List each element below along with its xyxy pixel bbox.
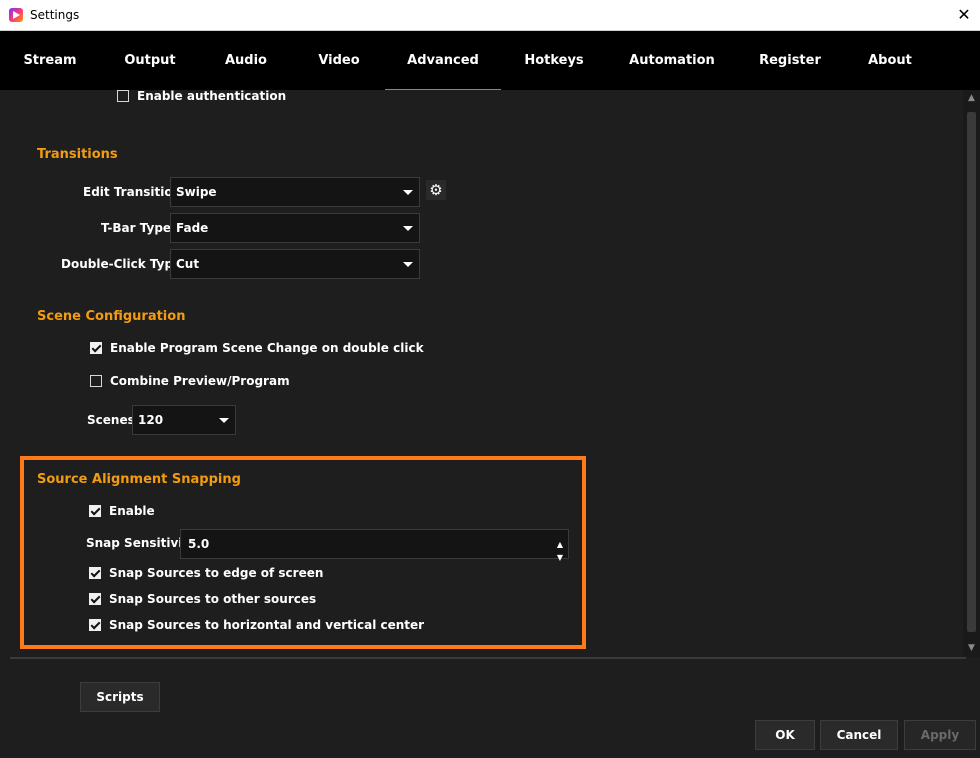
gear-icon[interactable]: ⚙ — [426, 180, 446, 200]
chevron-down-icon — [219, 418, 229, 423]
edit-transition-value: Swipe — [176, 185, 217, 199]
tab-stream[interactable]: Stream — [15, 31, 85, 90]
tab-bar: Stream Output Audio Video Advanced Hotke… — [0, 31, 980, 90]
enable-authentication-label: Enable authentication — [137, 89, 287, 103]
scroll-down-arrow-icon[interactable]: ▼ — [963, 640, 980, 657]
tab-hotkeys[interactable]: Hotkeys — [516, 31, 592, 90]
tab-automation[interactable]: Automation — [622, 31, 722, 90]
enable-authentication-checkbox[interactable] — [117, 90, 129, 102]
tab-register[interactable]: Register — [752, 31, 828, 90]
tab-video[interactable]: Video — [305, 31, 373, 90]
double-click-type-value: Cut — [176, 257, 200, 271]
combine-preview-program-label: Combine Preview/Program — [110, 374, 290, 388]
snap-sensitivity-input[interactable]: 5.0 ▲ ▼ — [180, 529, 569, 562]
scenes-label: Scenes — [87, 413, 135, 427]
scroll-thumb[interactable] — [967, 112, 976, 632]
spin-up-arrow-icon[interactable]: ▲ — [554, 531, 566, 549]
edit-transition-select[interactable]: Swipe — [170, 177, 420, 207]
cancel-button[interactable]: Cancel — [820, 720, 898, 750]
snap-center-checkbox[interactable] — [89, 619, 101, 631]
tbar-type-label: T-Bar Type — [101, 221, 172, 235]
snap-edge-checkbox[interactable] — [89, 567, 101, 579]
tab-advanced[interactable]: Advanced — [385, 31, 501, 90]
scene-configuration-section-title: Scene Configuration — [37, 309, 186, 324]
close-icon[interactable]: ✕ — [948, 0, 980, 30]
vertical-scrollbar[interactable]: ▲ ▼ — [963, 90, 980, 657]
combine-preview-program-checkbox[interactable] — [90, 375, 102, 387]
scroll-up-arrow-icon[interactable]: ▲ — [963, 90, 980, 107]
edit-transition-label: Edit Transition — [83, 185, 182, 199]
snap-center-label: Snap Sources to horizontal and vertical … — [109, 618, 425, 632]
ok-button[interactable]: OK — [755, 720, 815, 750]
program-scene-change-label: Enable Program Scene Change on double cl… — [110, 341, 424, 355]
snap-sensitivity-value: 5.0 — [188, 537, 210, 551]
window-title: Settings — [30, 8, 80, 22]
spin-down-arrow-icon[interactable]: ▼ — [554, 544, 566, 562]
tab-output[interactable]: Output — [115, 31, 185, 90]
tab-audio[interactable]: Audio — [212, 31, 280, 90]
scenes-value: 120 — [138, 413, 164, 427]
apply-button[interactable]: Apply — [904, 720, 976, 750]
tbar-type-select[interactable]: Fade — [170, 213, 420, 243]
chevron-down-icon — [403, 226, 413, 231]
tab-about[interactable]: About — [858, 31, 922, 90]
snap-edge-label: Snap Sources to edge of screen — [109, 566, 324, 580]
title-bar: Settings ✕ — [0, 0, 980, 31]
tbar-type-value: Fade — [176, 221, 209, 235]
snapping-enable-label: Enable — [109, 504, 155, 518]
double-click-type-label: Double-Click Type — [61, 257, 182, 271]
snap-other-label: Snap Sources to other sources — [109, 592, 317, 606]
transitions-section-title: Transitions — [37, 147, 118, 162]
scenes-select[interactable]: 120 — [132, 405, 236, 435]
content-divider — [10, 657, 966, 659]
chevron-down-icon — [403, 190, 413, 195]
snapping-enable-checkbox[interactable] — [89, 505, 101, 517]
app-logo-icon — [9, 8, 23, 22]
source-alignment-snapping-section-title: Source Alignment Snapping — [37, 472, 241, 487]
chevron-down-icon — [403, 262, 413, 267]
snap-other-checkbox[interactable] — [89, 593, 101, 605]
double-click-type-select[interactable]: Cut — [170, 249, 420, 279]
scripts-button[interactable]: Scripts — [80, 682, 160, 712]
program-scene-change-checkbox[interactable] — [90, 342, 102, 354]
